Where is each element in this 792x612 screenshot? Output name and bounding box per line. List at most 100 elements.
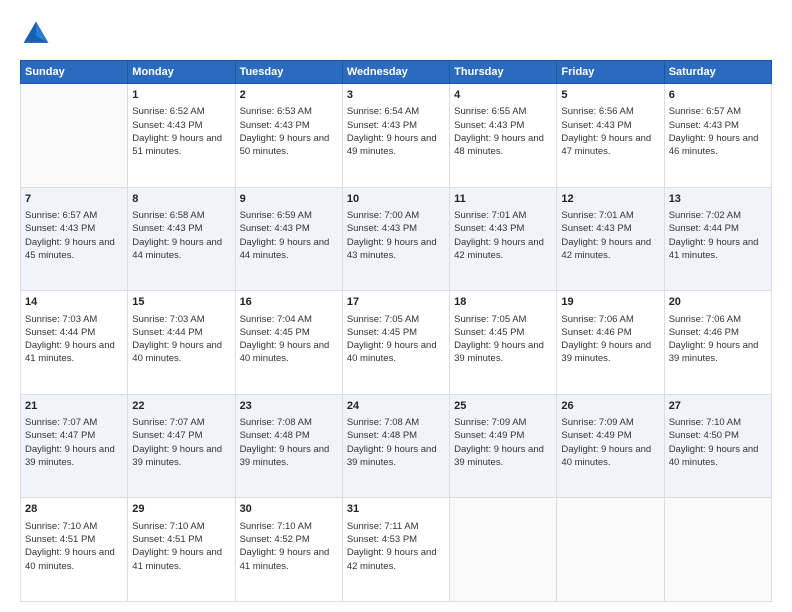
daylight: Daylight: 9 hours and 46 minutes.: [669, 133, 759, 157]
daylight: Daylight: 9 hours and 41 minutes.: [132, 547, 222, 571]
calendar-cell: 18Sunrise: 7:05 AMSunset: 4:45 PMDayligh…: [450, 291, 557, 395]
day-number: 9: [240, 192, 338, 207]
sunrise: Sunrise: 7:00 AM: [347, 210, 419, 221]
sunset: Sunset: 4:51 PM: [25, 534, 95, 545]
daylight: Daylight: 9 hours and 40 minutes.: [25, 547, 115, 571]
sunset: Sunset: 4:53 PM: [347, 534, 417, 545]
day-number: 2: [240, 88, 338, 103]
calendar-cell: 20Sunrise: 7:06 AMSunset: 4:46 PMDayligh…: [664, 291, 771, 395]
sunset: Sunset: 4:44 PM: [25, 327, 95, 338]
day-number: 13: [669, 192, 767, 207]
sunrise: Sunrise: 7:03 AM: [25, 314, 97, 325]
daylight: Daylight: 9 hours and 49 minutes.: [347, 133, 437, 157]
day-number: 10: [347, 192, 445, 207]
day-number: 17: [347, 295, 445, 310]
weekday-sunday: Sunday: [21, 61, 128, 84]
calendar-cell: 9Sunrise: 6:59 AMSunset: 4:43 PMDaylight…: [235, 187, 342, 291]
calendar-cell: 25 Sunrise: 7:09 AM Sunset: 4:49 PM Dayligh…: [450, 394, 557, 498]
sunrise: Sunrise: 7:10 AM: [669, 417, 741, 428]
day-number: 25: [454, 399, 552, 414]
daylight: Daylight: 9 hours and 39 minutes.: [347, 444, 437, 468]
calendar-table: SundayMondayTuesdayWednesdayThursdayFrid…: [20, 60, 772, 602]
calendar-cell: 29Sunrise: 7:10 AMSunset: 4:51 PMDayligh…: [128, 498, 235, 602]
sunset: Sunset: 4:47 PM: [132, 430, 202, 441]
calendar-row-2: 14Sunrise: 7:03 AMSunset: 4:44 PMDayligh…: [21, 291, 772, 395]
sunrise: Sunrise: 7:09 AM: [561, 417, 633, 428]
calendar-cell: [450, 498, 557, 602]
calendar-cell: 12Sunrise: 7:01 AMSunset: 4:43 PMDayligh…: [557, 187, 664, 291]
daylight: Daylight: 9 hours and 43 minutes.: [347, 237, 437, 261]
sunrise: Sunrise: 6:56 AM: [561, 106, 633, 117]
sunrise: Sunrise: 7:06 AM: [561, 314, 633, 325]
day-number: 16: [240, 295, 338, 310]
day-number: 29: [132, 502, 230, 517]
daylight: Daylight: 9 hours and 40 minutes.: [561, 444, 651, 468]
daylight: Daylight: 9 hours and 40 minutes.: [240, 340, 330, 364]
calendar-cell: 14Sunrise: 7:03 AMSunset: 4:44 PMDayligh…: [21, 291, 128, 395]
calendar-cell: 7Sunrise: 6:57 AMSunset: 4:43 PMDaylight…: [21, 187, 128, 291]
calendar-cell: 17Sunrise: 7:05 AMSunset: 4:45 PMDayligh…: [342, 291, 449, 395]
day-number: 6: [669, 88, 767, 103]
sunset: Sunset: 4:43 PM: [561, 223, 631, 234]
daylight: Daylight: 9 hours and 41 minutes.: [669, 237, 759, 261]
calendar-cell: [21, 84, 128, 188]
sunset: Sunset: 4:43 PM: [454, 120, 524, 131]
calendar-cell: 23Sunrise: 7:08 AMSunset: 4:48 PMDayligh…: [235, 394, 342, 498]
sunrise: Sunrise: 6:53 AM: [240, 106, 312, 117]
sunset: Sunset: 4:45 PM: [240, 327, 310, 338]
sunset: Sunset: 4:43 PM: [347, 223, 417, 234]
sunset: Sunset: 4:46 PM: [669, 327, 739, 338]
sunrise: Sunrise: 7:03 AM: [132, 314, 204, 325]
calendar-cell: [664, 498, 771, 602]
calendar-cell: 24Sunrise: 7:08 AMSunset: 4:48 PMDayligh…: [342, 394, 449, 498]
sunrise: Sunrise: 7:08 AM: [347, 417, 419, 428]
sunrise: Sunrise: 7:07 AM: [132, 417, 204, 428]
sunset: Sunset: 4:43 PM: [132, 223, 202, 234]
sunrise: Sunrise: 7:05 AM: [347, 314, 419, 325]
calendar-cell: 28Sunrise: 7:10 AMSunset: 4:51 PMDayligh…: [21, 498, 128, 602]
day-number: 23: [240, 399, 338, 414]
calendar-cell: 8Sunrise: 6:58 AMSunset: 4:43 PMDaylight…: [128, 187, 235, 291]
sunset: Sunset: 4:43 PM: [561, 120, 631, 131]
calendar-cell: 19Sunrise: 7:06 AMSunset: 4:46 PMDayligh…: [557, 291, 664, 395]
sunset: Sunset: 4:48 PM: [347, 430, 417, 441]
weekday-monday: Monday: [128, 61, 235, 84]
daylight: Daylight: 9 hours and 51 minutes.: [132, 133, 222, 157]
weekday-saturday: Saturday: [664, 61, 771, 84]
weekday-header-row: SundayMondayTuesdayWednesdayThursdayFrid…: [21, 61, 772, 84]
sunset: Sunset: 4:49 PM: [454, 430, 524, 441]
day-number: 12: [561, 192, 659, 207]
day-number: 31: [347, 502, 445, 517]
daylight: Daylight: 9 hours and 50 minutes.: [240, 133, 330, 157]
calendar-row-0: 1 Sunrise: 6:52 AM Sunset: 4:43 PM Daylight…: [21, 84, 772, 188]
day-number: 27: [669, 399, 767, 414]
sunset: Sunset: 4:45 PM: [347, 327, 417, 338]
day-number: 1: [132, 88, 230, 103]
weekday-thursday: Thursday: [450, 61, 557, 84]
day-number: 21: [25, 399, 123, 414]
sunrise: Sunrise: 7:09 AM: [454, 417, 526, 428]
daylight: Daylight: 9 hours and 42 minutes.: [561, 237, 651, 261]
sunrise: Sunrise: 7:08 AM: [240, 417, 312, 428]
daylight: Daylight: 9 hours and 41 minutes.: [240, 547, 330, 571]
sunset: Sunset: 4:43 PM: [347, 120, 417, 131]
sunrise: Sunrise: 7:11 AM: [347, 521, 419, 532]
calendar-cell: 2Sunrise: 6:53 AMSunset: 4:43 PMDaylight…: [235, 84, 342, 188]
calendar-cell: 27Sunrise: 7:10 AMSunset: 4:50 PMDayligh…: [664, 394, 771, 498]
calendar-cell: 30Sunrise: 7:10 AMSunset: 4:52 PMDayligh…: [235, 498, 342, 602]
daylight: Daylight: 9 hours and 39 minutes.: [454, 444, 544, 468]
sunset: Sunset: 4:43 PM: [240, 223, 310, 234]
calendar-cell: 1Sunrise: 6:52 AMSunset: 4:43 PMDaylight…: [128, 84, 235, 188]
daylight: Daylight: 9 hours and 48 minutes.: [454, 133, 544, 157]
daylight: Daylight: 9 hours and 39 minutes.: [669, 340, 759, 364]
sunrise: Sunrise: 7:10 AM: [132, 521, 204, 532]
sunset: Sunset: 4:44 PM: [132, 327, 202, 338]
calendar-cell: 15Sunrise: 7:03 AMSunset: 4:44 PMDayligh…: [128, 291, 235, 395]
daylight: Daylight: 9 hours and 39 minutes.: [561, 340, 651, 364]
sunrise: Sunrise: 7:01 AM: [454, 210, 526, 221]
day-number: 11: [454, 192, 552, 207]
daylight: Daylight: 9 hours and 39 minutes.: [25, 444, 115, 468]
weekday-wednesday: Wednesday: [342, 61, 449, 84]
sunrise: Sunrise: 6:52 AM: [132, 106, 204, 117]
daylight: Daylight: 9 hours and 44 minutes.: [132, 237, 222, 261]
